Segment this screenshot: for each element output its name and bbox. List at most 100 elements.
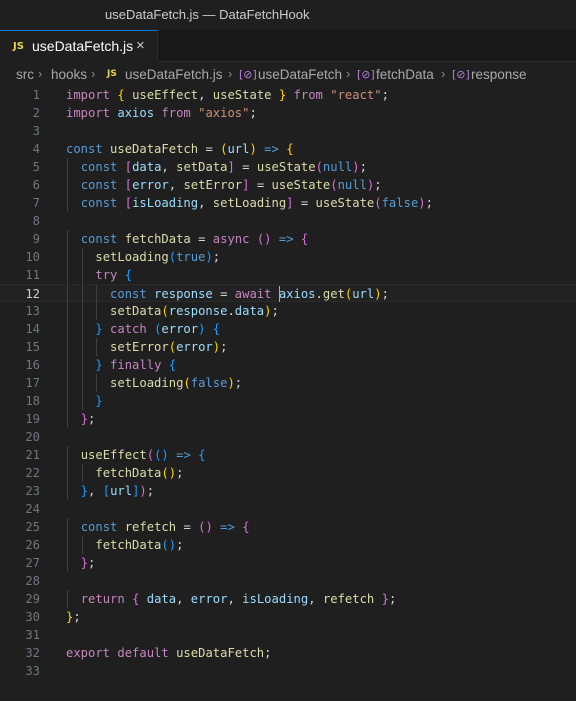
code-line[interactable]: 17 setLoading(false); bbox=[0, 374, 576, 392]
chevron-right-icon: › bbox=[91, 66, 96, 81]
code-line[interactable]: 8 bbox=[0, 212, 576, 230]
code-line[interactable]: 24 bbox=[0, 500, 576, 518]
code-line[interactable]: 15 setError(error); bbox=[0, 338, 576, 356]
breadcrumb-item-hooks[interactable]: hooks bbox=[51, 67, 87, 82]
code-text[interactable]: import { useEffect, useState } from "rea… bbox=[66, 86, 389, 104]
tab-label: useDataFetch.js bbox=[32, 38, 134, 54]
line-number: 19 bbox=[25, 412, 40, 426]
code-line[interactable]: 29 return { data, error, isLoading, refe… bbox=[0, 590, 576, 608]
code-text[interactable]: useEffect(() => { bbox=[66, 446, 206, 464]
code-line[interactable]: 4 const useDataFetch = (url) => { bbox=[0, 140, 576, 158]
line-number: 20 bbox=[25, 430, 40, 444]
breadcrumb-item-response[interactable]: response bbox=[471, 67, 527, 82]
code-text[interactable]: }; bbox=[66, 410, 96, 428]
code-text[interactable]: fetchData(); bbox=[66, 464, 183, 482]
code-line[interactable]: 30}; bbox=[0, 608, 576, 626]
code-line[interactable]: 9 const fetchData = async () => { bbox=[0, 230, 576, 248]
breadcrumb: src › hooks › JS useDataFetch.js › [⊘] u… bbox=[0, 62, 576, 86]
code-text[interactable]: import axios from "axios"; bbox=[66, 104, 257, 122]
line-number: 26 bbox=[25, 538, 40, 552]
code-line[interactable]: 5 const [data, setData] = useState(null)… bbox=[0, 158, 576, 176]
line-number: 17 bbox=[25, 376, 40, 390]
breadcrumb-item-usedatafetch[interactable]: useDataFetch bbox=[258, 67, 342, 82]
code-text[interactable]: const [data, setData] = useState(null); bbox=[66, 158, 367, 176]
code-text[interactable]: const [isLoading, setLoading] = useState… bbox=[66, 194, 433, 212]
code-editor[interactable]: 1 import { useEffect, useState } from "re… bbox=[0, 86, 576, 701]
code-line[interactable]: 2 import axios from "axios"; bbox=[0, 104, 576, 122]
code-line[interactable]: 27 }; bbox=[0, 554, 576, 572]
code-text[interactable]: const fetchData = async () => { bbox=[66, 230, 309, 248]
code-line[interactable]: 6 const [error, setError] = useState(nul… bbox=[0, 176, 576, 194]
code-text[interactable]: setLoading(false); bbox=[66, 374, 242, 392]
line-number: 27 bbox=[25, 556, 40, 570]
javascript-file-icon: JS bbox=[13, 41, 24, 52]
code-line[interactable]: 10 setLoading(true); bbox=[0, 248, 576, 266]
code-line[interactable]: 25 const refetch = () => { bbox=[0, 518, 576, 536]
code-text[interactable]: } catch (error) { bbox=[66, 320, 220, 338]
line-number: 22 bbox=[25, 466, 40, 480]
code-line[interactable]: 31 bbox=[0, 626, 576, 644]
line-number: 30 bbox=[25, 610, 40, 624]
code-line[interactable]: 7 const [isLoading, setLoading] = useSta… bbox=[0, 194, 576, 212]
line-number: 29 bbox=[25, 592, 40, 606]
text-cursor bbox=[279, 286, 281, 302]
code-text[interactable]: return { data, error, isLoading, refetch… bbox=[66, 590, 397, 608]
code-line[interactable]: 28 bbox=[0, 572, 576, 590]
code-text[interactable]: }; bbox=[66, 554, 96, 572]
tab-usedatafetch[interactable]: JS useDataFetch.js × bbox=[0, 30, 158, 62]
line-number: 1 bbox=[32, 88, 40, 102]
code-line[interactable]: 13 setData(response.data); bbox=[0, 302, 576, 320]
code-text[interactable]: } finally { bbox=[66, 356, 176, 374]
code-line[interactable]: 16 } finally { bbox=[0, 356, 576, 374]
code-line[interactable]: 18 } bbox=[0, 392, 576, 410]
code-text[interactable]: }; bbox=[66, 608, 81, 626]
javascript-file-icon: JS bbox=[107, 69, 117, 79]
breadcrumb-item-fetchdata[interactable]: fetchData bbox=[376, 67, 434, 82]
breadcrumb-item-file[interactable]: useDataFetch.js bbox=[125, 67, 223, 82]
code-line[interactable]: 20 bbox=[0, 428, 576, 446]
code-line[interactable]: 33 bbox=[0, 662, 576, 680]
code-text[interactable]: export default useDataFetch; bbox=[66, 644, 272, 662]
close-icon[interactable]: × bbox=[136, 37, 145, 54]
symbol-function-icon: [⊘] bbox=[239, 68, 257, 81]
code-line[interactable]: 19 }; bbox=[0, 410, 576, 428]
line-number: 32 bbox=[25, 646, 40, 660]
line-number: 5 bbox=[32, 160, 40, 174]
line-number: 3 bbox=[32, 124, 40, 138]
code-text[interactable]: fetchData(); bbox=[66, 536, 183, 554]
code-text[interactable]: } bbox=[66, 392, 102, 410]
code-text[interactable]: }, [url]); bbox=[66, 482, 154, 500]
code-line[interactable]: 22 fetchData(); bbox=[0, 464, 576, 482]
code-line[interactable]: 11 try { bbox=[0, 266, 576, 284]
code-line[interactable]: 21 useEffect(() => { bbox=[0, 446, 576, 464]
line-number: 23 bbox=[25, 484, 40, 498]
symbol-function-icon: [⊘] bbox=[357, 68, 375, 81]
code-line[interactable]: 32 export default useDataFetch; bbox=[0, 644, 576, 662]
breadcrumb-item-src[interactable]: src bbox=[16, 67, 34, 82]
line-number: 13 bbox=[25, 304, 40, 318]
code-line[interactable]: 1 import { useEffect, useState } from "re… bbox=[0, 86, 576, 104]
code-line[interactable]: 12 const response = await axios.get(url)… bbox=[0, 284, 576, 303]
code-line[interactable]: 3 bbox=[0, 122, 576, 140]
line-number: 31 bbox=[25, 628, 40, 642]
chevron-right-icon: › bbox=[441, 66, 446, 81]
code-text[interactable]: try { bbox=[66, 266, 132, 284]
code-text[interactable]: const refetch = () => { bbox=[66, 518, 250, 536]
code-text[interactable]: setData(response.data); bbox=[66, 302, 279, 320]
code-text[interactable]: const response = await axios.get(url); bbox=[66, 285, 389, 303]
line-number: 21 bbox=[25, 448, 40, 462]
line-number: 6 bbox=[32, 178, 40, 192]
line-number: 12 bbox=[25, 287, 40, 301]
title-bar: useDataFetch.js — DataFetchHook bbox=[0, 0, 576, 30]
code-line[interactable]: 26 fetchData(); bbox=[0, 536, 576, 554]
code-line[interactable]: 23 }, [url]); bbox=[0, 482, 576, 500]
code-line[interactable]: 14 } catch (error) { bbox=[0, 320, 576, 338]
code-text[interactable]: const useDataFetch = (url) => { bbox=[66, 140, 294, 158]
line-number: 18 bbox=[25, 394, 40, 408]
code-text[interactable]: setLoading(true); bbox=[66, 248, 220, 266]
line-number: 14 bbox=[25, 322, 40, 336]
line-number: 15 bbox=[25, 340, 40, 354]
code-text[interactable]: setError(error); bbox=[66, 338, 227, 356]
line-number: 28 bbox=[25, 574, 40, 588]
code-text[interactable]: const [error, setError] = useState(null)… bbox=[66, 176, 382, 194]
